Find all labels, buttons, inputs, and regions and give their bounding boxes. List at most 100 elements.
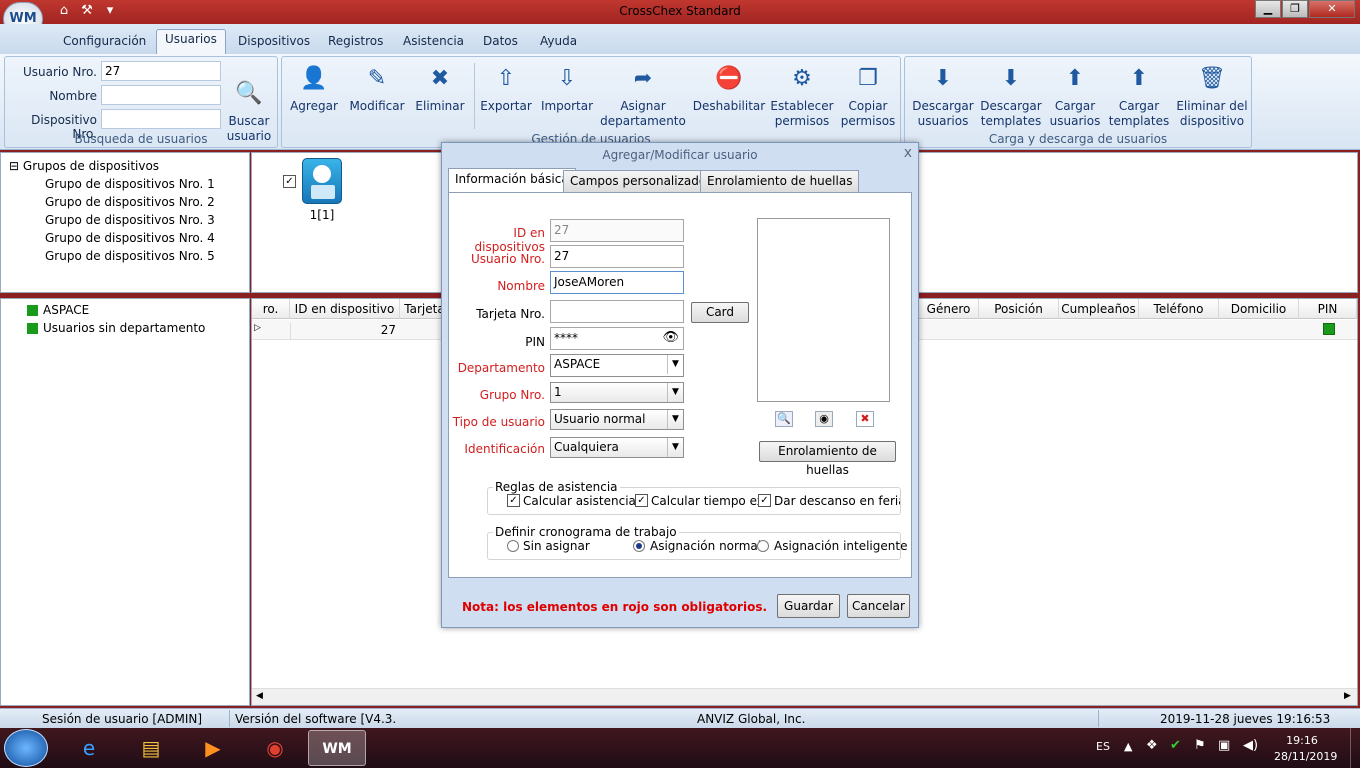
device-checkbox[interactable]: ✓ <box>283 175 296 188</box>
home-icon[interactable]: ⌂ <box>55 3 73 19</box>
tab-registros[interactable]: Registros <box>320 32 391 54</box>
dropdown-arrow-icon[interactable]: ▼ <box>667 410 683 429</box>
identificacion-select[interactable]: Cualquiera ▼ <box>550 437 684 458</box>
tree-item-group-4[interactable]: Grupo de dispositivos Nro. 4 <box>9 229 215 247</box>
minimize-button[interactable]: ▁ <box>1255 0 1281 18</box>
tab-asistencia[interactable]: Asistencia <box>395 32 472 54</box>
network-icon[interactable]: ▣ <box>1218 738 1230 753</box>
pin-field[interactable]: **** 👁 <box>550 327 684 350</box>
copiar-permisos-button[interactable]: ❐ Copiar permisos <box>838 63 898 129</box>
tab-dispositivos[interactable]: Dispositivos <box>230 32 318 54</box>
agregar-button[interactable]: 👤 Agregar <box>288 63 340 114</box>
show-password-eye-icon[interactable]: 👁 <box>662 330 679 345</box>
delete-photo-icon[interactable]: ✖ <box>856 411 874 427</box>
clock-time[interactable]: 19:16 <box>1284 734 1320 747</box>
horizontal-scrollbar[interactable]: ◀ ▶ <box>252 688 1357 705</box>
tab-campos-personalizados[interactable]: Campos personalizados <box>563 170 720 192</box>
language-indicator[interactable]: ES <box>1096 740 1110 753</box>
importar-button[interactable]: ⇩ Importar <box>538 63 596 114</box>
search-nombre-input[interactable] <box>101 85 221 105</box>
modificar-button[interactable]: ✎ Modificar <box>348 63 406 114</box>
crosschex-taskbar-icon[interactable]: WM <box>308 730 366 766</box>
volume-icon[interactable]: ◀) <box>1243 738 1258 753</box>
establecer-permisos-button[interactable]: ⚙ Establecer permisos <box>770 63 834 129</box>
asignacion-inteligente-radio[interactable] <box>757 540 769 552</box>
sin-asignar-radio[interactable] <box>507 540 519 552</box>
dar-descanso-checkbox[interactable]: ✓ <box>758 494 771 507</box>
cargar-usuarios-button[interactable]: ⬆ Cargar usuarios <box>1047 63 1103 129</box>
show-desktop-button[interactable] <box>1350 728 1360 768</box>
tab-enrolamiento-huellas[interactable]: Enrolamiento de huellas <box>700 170 860 192</box>
deshabilitar-button[interactable]: ⛔ Deshabilitar <box>692 63 766 114</box>
usuario-nro-field[interactable]: 27 <box>550 245 684 268</box>
exportar-button[interactable]: ⇧ Exportar <box>480 63 532 114</box>
col-cumpleanos[interactable]: Cumpleaños <box>1059 299 1139 319</box>
dropbox-icon[interactable]: ❖ <box>1146 738 1158 753</box>
enrolamiento-huellas-button[interactable]: Enrolamiento de huellas <box>759 441 896 477</box>
menu-bar: Configuración Usuarios Dispositivos Regi… <box>0 24 1360 54</box>
explorer-icon[interactable]: ▤ <box>122 730 180 766</box>
device-terminal-icon[interactable] <box>302 158 342 204</box>
col-posicion[interactable]: Posición <box>979 299 1059 319</box>
browse-photo-icon[interactable]: 🔍 <box>775 411 793 427</box>
qat-dropdown-icon[interactable]: ▾ <box>101 3 119 19</box>
tree-item-group-3[interactable]: Grupo de dispositivos Nro. 3 <box>9 211 215 229</box>
dialog-close-icon[interactable]: x <box>904 145 912 161</box>
tarjeta-field[interactable] <box>550 300 684 323</box>
sync-icon[interactable]: ✔ <box>1170 738 1181 753</box>
departamento-combobox[interactable]: ASPACE ▼ <box>550 354 684 377</box>
dept-item-aspace[interactable]: ASPACE <box>11 301 205 319</box>
collapse-icon[interactable]: ⊟ <box>9 159 19 173</box>
chrome-icon[interactable]: ◉ <box>246 730 304 766</box>
search-usuario-input[interactable]: 27 <box>101 61 221 81</box>
card-button[interactable]: Card <box>691 302 749 323</box>
scroll-right-icon[interactable]: ▶ <box>1344 691 1351 701</box>
clock-date[interactable]: 28/11/2019 <box>1274 750 1337 763</box>
asignacion-normal-radio[interactable] <box>633 540 645 552</box>
col-pin[interactable]: PIN <box>1299 299 1357 319</box>
maximize-button[interactable]: ❐ <box>1282 0 1308 18</box>
dropdown-arrow-icon[interactable]: ▼ <box>667 355 683 374</box>
eliminar-button[interactable]: ✖ Eliminar <box>412 63 468 114</box>
scroll-left-icon[interactable]: ◀ <box>256 691 263 701</box>
tab-usuarios[interactable]: Usuarios <box>156 29 226 54</box>
camera-icon[interactable]: ◉ <box>815 411 833 427</box>
col-nro[interactable]: ro. <box>252 299 290 319</box>
cancelar-button[interactable]: Cancelar <box>847 594 910 618</box>
start-button[interactable] <box>4 729 48 767</box>
ie-icon[interactable]: e <box>60 730 118 766</box>
tray-expand-icon[interactable]: ▲ <box>1124 740 1132 753</box>
asignar-departamento-button[interactable]: ➦ Asignar departamento <box>596 63 690 129</box>
calcular-tiempo-extra-checkbox[interactable]: ✓ <box>635 494 648 507</box>
media-player-icon[interactable]: ▶ <box>184 730 242 766</box>
col-telefono[interactable]: Teléfono <box>1139 299 1219 319</box>
tipo-usuario-select[interactable]: Usuario normal ▼ <box>550 409 684 430</box>
id-dispositivos-field[interactable]: 27 <box>550 219 684 242</box>
tab-informacion-basica[interactable]: Información básica <box>448 168 576 193</box>
nombre-field[interactable]: JoseAMoren <box>550 271 684 294</box>
tree-item-group-1[interactable]: Grupo de dispositivos Nro. 1 <box>9 175 215 193</box>
calcular-asistencia-checkbox[interactable]: ✓ <box>507 494 520 507</box>
tree-item-group-2[interactable]: Grupo de dispositivos Nro. 2 <box>9 193 215 211</box>
tools-icon[interactable]: ⚒ <box>78 3 96 19</box>
device-tree-root[interactable]: ⊟ Grupos de dispositivos <box>9 157 215 175</box>
search-dispositivo-input[interactable] <box>101 109 221 129</box>
col-genero[interactable]: Género <box>919 299 979 319</box>
descargar-usuarios-button[interactable]: ⬇ Descargar usuarios <box>911 63 975 129</box>
grupo-select[interactable]: 1 ▼ <box>550 382 684 403</box>
eliminar-dispositivo-button[interactable]: 🗑 Eliminar del dispositivo <box>1175 63 1249 129</box>
cargar-templates-button[interactable]: ⬆ Cargar templates <box>1107 63 1171 129</box>
dept-item-sin-departamento[interactable]: Usuarios sin departamento <box>11 319 205 337</box>
guardar-button[interactable]: Guardar <box>777 594 840 618</box>
col-domicilio[interactable]: Domicilio <box>1219 299 1299 319</box>
col-id-dispositivo[interactable]: ID en dispositivo <box>290 299 400 319</box>
tab-configuracion[interactable]: Configuración <box>55 32 154 54</box>
tab-ayuda[interactable]: Ayuda <box>532 32 585 54</box>
close-button[interactable]: ✕ <box>1309 0 1355 18</box>
tree-item-group-5[interactable]: Grupo de dispositivos Nro. 5 <box>9 247 215 265</box>
tab-datos[interactable]: Datos <box>475 32 526 54</box>
dropdown-arrow-icon[interactable]: ▼ <box>667 438 683 457</box>
descargar-templates-button[interactable]: ⬇ Descargar templates <box>979 63 1043 129</box>
dropdown-arrow-icon[interactable]: ▼ <box>667 383 683 402</box>
flag-icon[interactable]: ⚑ <box>1194 738 1206 753</box>
